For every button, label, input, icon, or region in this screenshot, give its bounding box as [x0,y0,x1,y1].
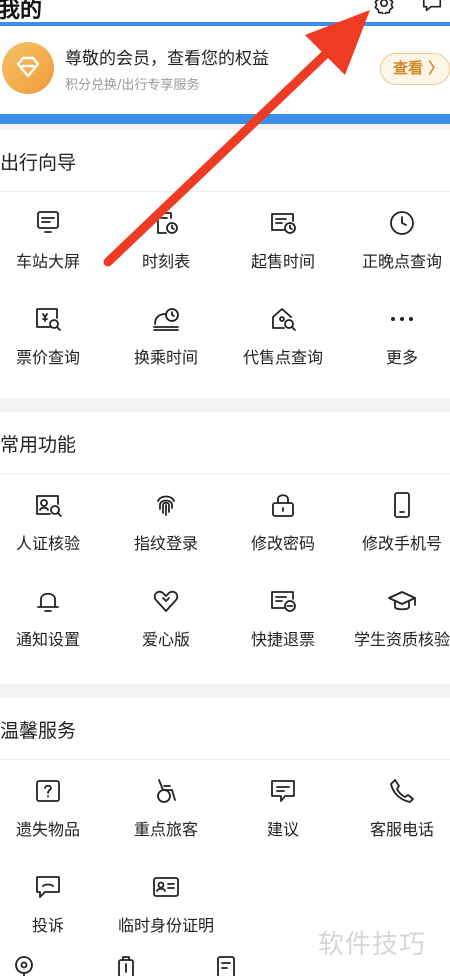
phone-icon [394,492,410,518]
member-card-border-bottom [0,114,450,124]
grid-item-timetable[interactable]: 时刻表 [110,192,222,288]
lost-item-icon [36,780,60,802]
grid-item-complaint[interactable]: 投诉 [0,856,104,952]
grid-item-label: 投诉 [31,916,64,935]
settings-icon[interactable] [372,0,396,14]
section-title: 温馨服务 [0,720,77,742]
temp-id-icon [153,877,179,897]
grid-item-label: 车站大屏 [15,252,80,271]
watermark-text: 软件技巧 [318,930,427,960]
grid-item-fare-search[interactable]: 票价查询 [0,288,104,384]
fingerprint-icon [157,495,175,516]
grid-item-label: 临时身份证明 [117,916,214,935]
graduation-cap-icon [388,591,416,611]
id-verify-icon [36,495,62,517]
section-title: 常用功能 [0,434,77,456]
message-icon[interactable] [420,0,444,14]
grid-item-quick-refund[interactable]: 快捷退票 [227,570,339,666]
grid-item-customer-service-phone[interactable]: 客服电话 [346,760,450,856]
bell-icon [37,592,59,612]
grid-item-change-phone[interactable]: 修改手机号 [346,474,450,570]
grid-item-label: 学生资质核验 [353,630,450,649]
section-common-functions: 常用功能 人证核验 指纹登录 修改密码 修改手机号 通知设置 爱心版 快捷退票 … [0,412,450,684]
grid-item-label: 票价查询 [15,348,80,367]
transfer-time-icon [153,308,179,331]
grid-item-label: 通知设置 [15,630,80,649]
grid-item-label: 建议 [266,820,299,839]
timetable-icon [157,212,178,234]
sale-time-icon [271,213,296,234]
agency-search-icon [272,308,296,331]
grid-item-label: 遗失物品 [15,820,80,839]
member-subtitle: 积分兑换/出行专享服务 [65,78,200,93]
station-screen-icon [37,211,59,233]
grid-item-label: 换乘时间 [133,348,198,367]
grid-item-key-passengers[interactable]: 重点旅客 [110,760,222,856]
grid-item-label: 爱心版 [141,630,190,649]
grid-item-label: 快捷退票 [250,630,315,649]
grid-item-lost-items[interactable]: 遗失物品 [0,760,104,856]
member-diamond-icon [2,42,54,94]
grid-item-label: 重点旅客 [133,820,198,839]
grid-item-sale-time[interactable]: 起售时间 [227,192,339,288]
grid-item-student-verify[interactable]: 学生资质核验 [346,570,450,666]
view-benefits-button[interactable]: 查看 〉 [380,53,450,85]
grid-item-change-password[interactable]: 修改密码 [227,474,339,570]
grid-item-label: 代售点查询 [242,348,323,367]
more-icon [391,317,413,321]
top-bar: 我的 [0,0,450,23]
section-header: 常用功能 [0,412,450,474]
section-header: 温馨服务 [0,698,450,760]
wheelchair-icon [157,779,176,803]
grid-item-agency-search[interactable]: 代售点查询 [227,288,339,384]
grid-item-station-screen[interactable]: 车站大屏 [0,192,104,288]
refund-ticket-icon [271,591,296,612]
grid-item-label: 修改密码 [250,534,315,553]
fare-search-icon [36,308,61,331]
page-title: 我的 [0,0,43,23]
lock-icon [272,494,294,517]
section-travel-guide: 出行向导 车站大屏 时刻表 起售时间 正晚点查询 票价查询 换乘时间 代售点查询… [0,130,450,398]
grid-item-suggestion[interactable]: 建议 [227,760,339,856]
grid-item-delay-check[interactable]: 正晚点查询 [346,192,450,288]
grid-item-label: 时刻表 [141,252,190,271]
grid-item-label: 更多 [385,348,418,367]
grid-item-label: 正晚点查询 [361,252,442,271]
grid-item-care-edition[interactable]: 爱心版 [110,570,222,666]
member-card[interactable]: 尊敬的会员，查看您的权益 积分兑换/出行专享服务 查看 〉 [0,26,450,114]
grid-item-label: 起售时间 [250,252,315,271]
member-title: 尊敬的会员，查看您的权益 [65,49,269,69]
grid-item-id-verify[interactable]: 人证核验 [0,474,104,570]
grid-item-label: 指纹登录 [133,534,198,553]
heart-icon [153,590,179,612]
nav-travel-icon[interactable] [114,954,138,976]
grid-item-fingerprint-login[interactable]: 指纹登录 [110,474,222,570]
grid-item-label: 人证核验 [15,534,80,553]
grid-item-label: 修改手机号 [361,534,442,553]
section-header: 出行向导 [0,130,450,192]
complaint-icon [36,876,60,898]
clock-icon [390,211,414,235]
phone-call-icon [390,779,414,803]
grid-item-label: 客服电话 [369,820,434,839]
grid-item-transfer-time[interactable]: 换乘时间 [110,288,222,384]
grid-item-more[interactable]: 更多 [346,288,450,384]
nav-orders-icon[interactable] [214,954,238,976]
section-title: 出行向导 [0,152,77,174]
grid-item-temporary-id[interactable]: 临时身份证明 [110,856,222,952]
nav-home-icon[interactable] [12,954,36,976]
suggestion-icon [271,780,295,802]
grid-item-notification-settings[interactable]: 通知设置 [0,570,104,666]
